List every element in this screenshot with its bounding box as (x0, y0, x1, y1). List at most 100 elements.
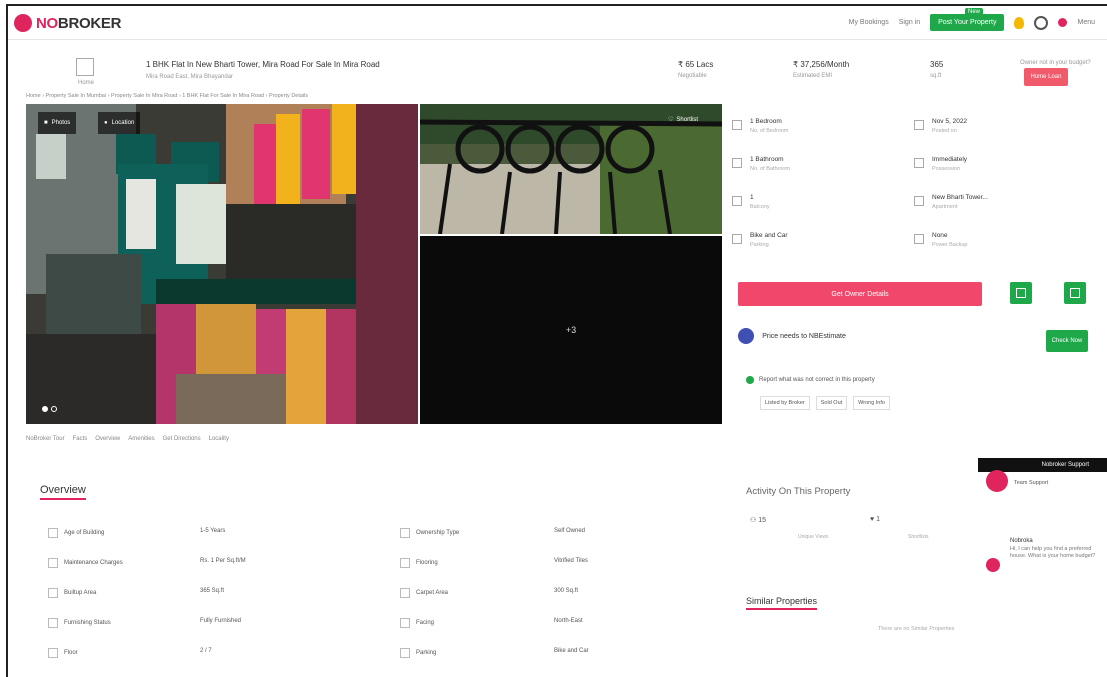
overview-label: Builtup Area (64, 590, 97, 596)
property-header: Home 1 BHK Flat In New Bharti Tower, Mir… (8, 46, 1107, 92)
home-icon[interactable] (76, 58, 94, 76)
overview-item: Furnishing Status (48, 618, 111, 628)
detail-power-backup: None Power Backup (914, 232, 967, 248)
calendar-icon (1016, 288, 1026, 298)
chat-sender-avatar (986, 558, 1000, 572)
bath-icon (732, 158, 742, 168)
detail-label: Apartment (932, 204, 958, 210)
overview-item: Flooring (400, 558, 438, 568)
price-estimate-card: Price needs to NBEstimate (738, 328, 846, 344)
section-tabs: NoBroker Tour Facts Overview Amenities G… (26, 436, 229, 442)
views-label: Unique Views (798, 534, 829, 540)
overview-item: Age of Building (48, 528, 104, 538)
carpet-area-icon (400, 588, 410, 598)
post-property-button[interactable]: Post Your Property (930, 14, 1005, 31)
logo-text: NOBROKER (36, 14, 122, 32)
shortlist-button[interactable]: ♡ Shortlist (668, 116, 698, 124)
report-row[interactable]: Report what was not correct in this prop… (746, 376, 875, 384)
tab-item[interactable]: Get Directions (163, 436, 201, 442)
overview-label: Floor (64, 650, 78, 656)
property-title: 1 BHK Flat In New Bharti Tower, Mira Roa… (146, 60, 380, 69)
bookings-link[interactable]: My Bookings (849, 19, 889, 26)
detail-label: Parking (750, 242, 769, 248)
photos-tab[interactable]: ■ Photos (38, 112, 77, 134)
key-icon (914, 158, 924, 168)
overview-item: Carpet Area (400, 588, 448, 598)
location-tab[interactable]: ● Location (98, 112, 141, 134)
schedule-visit-button[interactable] (1010, 282, 1032, 304)
nobroker-logo[interactable]: NOBROKER (14, 14, 121, 32)
overview-value: Vitrified Tiles (554, 558, 588, 564)
overview-item: Builtup Area (48, 588, 96, 598)
signin-link[interactable]: Sign in (899, 19, 920, 26)
camera-icon: ■ (44, 120, 48, 126)
gallery-main-photo[interactable]: ■ Photos ● Location (26, 104, 418, 424)
overview-title: Overview (40, 484, 86, 500)
gallery-side-photo[interactable]: ♡ Shortlist (420, 104, 722, 234)
flooring-icon (400, 558, 410, 568)
detail-value: 1 Bedroom (750, 118, 782, 125)
report-tag[interactable]: Wrong Info (853, 396, 890, 410)
overview-item: Maintenance Charges (48, 558, 123, 568)
overview-label: Flooring (416, 560, 438, 566)
detail-value: Immediately (932, 156, 968, 163)
photos-label: Photos (51, 120, 71, 126)
carousel-dots[interactable] (42, 406, 57, 412)
notification-icon[interactable] (1058, 18, 1068, 27)
views-count: ⚇ 15 (750, 517, 767, 524)
chat-agent-name: Team Support (1014, 480, 1049, 486)
maintenance-icon (48, 558, 58, 568)
check-now-button[interactable]: Check Now (1046, 330, 1088, 352)
detail-value: 1 (750, 194, 754, 201)
user-icon[interactable] (1034, 15, 1049, 30)
tab-item[interactable]: Amenities (128, 436, 154, 442)
tab-item[interactable]: Facts (73, 436, 88, 442)
price-stat: ₹ 65 Lacs Negotiable (678, 60, 713, 79)
overview-label: Age of Building (64, 530, 105, 536)
emi-label: Estimated EMI (793, 73, 833, 79)
detail-value: New Bharti Tower... (932, 194, 988, 201)
detail-value: None (932, 232, 948, 239)
overview-item: Ownership Type (400, 528, 459, 538)
report-tag[interactable]: Sold Out (815, 396, 848, 410)
message-icon (1070, 288, 1080, 298)
area-label: sq.ft (930, 73, 942, 79)
detail-value: Bike and Car (750, 232, 788, 239)
chat-owner-button[interactable] (1064, 282, 1086, 304)
chat-sender-name: Nobroka (1010, 538, 1033, 544)
builtup-area-icon (48, 588, 58, 598)
home-loan-button[interactable]: Home Loan (1024, 68, 1068, 86)
building-age-icon (48, 528, 58, 538)
detail-label: No. of Bedroom (750, 128, 789, 134)
tab-item[interactable]: Overview (95, 436, 120, 442)
property-subtitle: Mira Road East, Mira Bhayandar (146, 74, 234, 80)
area-stat: 365 sq.ft (930, 60, 943, 79)
similar-properties-title: Similar Properties (746, 596, 818, 610)
chat-agent-avatar[interactable] (986, 470, 1008, 492)
detail-apartment: New Bharti Tower... Apartment (914, 194, 988, 210)
shortlists-label: Shortlists (908, 534, 929, 540)
breadcrumb[interactable]: Home › Property Sale In Mumbai › Propert… (26, 93, 308, 99)
menu-link[interactable]: Menu (1077, 19, 1095, 26)
detail-posted: Nov 5, 2022 Posted on (914, 118, 967, 134)
more-photos-tile[interactable]: +3 (420, 236, 722, 424)
home-caption: Home (78, 80, 95, 86)
heart-icon: ♡ (668, 117, 674, 123)
overview-value: Bike and Car (554, 648, 589, 654)
overview-value: Fully Furnished (200, 618, 242, 624)
views-value: 15 (758, 517, 767, 524)
bulb-icon[interactable] (1014, 16, 1025, 29)
carousel-dot[interactable] (42, 406, 48, 412)
activity-title: Activity On This Property (746, 486, 851, 497)
overview-label: Maintenance Charges (64, 560, 123, 566)
location-pin-icon: ● (104, 120, 108, 126)
report-tag[interactable]: Listed by Broker (760, 396, 810, 410)
tab-item[interactable]: Locality (209, 436, 229, 442)
carousel-dot[interactable] (51, 406, 57, 412)
tab-item[interactable]: NoBroker Tour (26, 436, 65, 442)
emi-value: ₹ 37,256/Month (793, 60, 850, 69)
get-owner-details-button[interactable]: Get Owner Details (738, 282, 982, 306)
detail-value: Nov 5, 2022 (932, 118, 968, 125)
emi-stat: ₹ 37,256/Month Estimated EMI (793, 60, 849, 79)
railing-photo (420, 104, 722, 234)
